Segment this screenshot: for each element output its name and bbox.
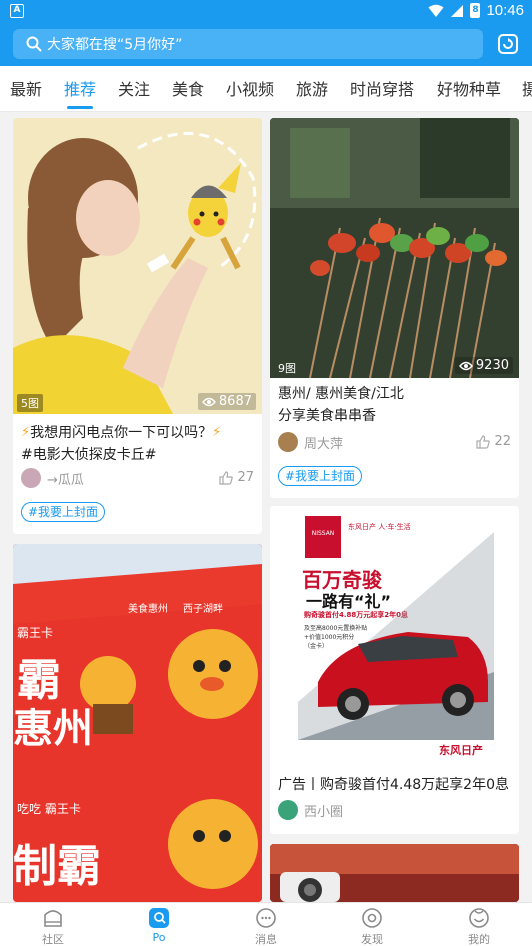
battery-icon: 8 [470,3,481,18]
feed-card[interactable]: 美食惠州 西子湖畔 霸王卡 霸 惠州 吃吃 霸王卡 制霸 [13,544,262,902]
header: A 8 10:46 大家都在搜“5月你好” [0,0,532,66]
nav-me[interactable]: 我的 [449,907,509,946]
view-count: 8687 [197,393,256,410]
like-button[interactable]: 22 [476,434,511,449]
suv-photo [298,532,494,740]
scan-icon[interactable] [496,32,520,56]
avatar [278,432,298,452]
ad-footer-brand: 东风日产 [439,744,483,757]
feed-card[interactable]: 5图 8687 ⚡ 我想用闪电点你一下可以吗？ ⚡ #电影大侦探皮卡丘# →瓜瓜… [13,118,262,534]
nav-messages[interactable]: 消息 [236,907,296,946]
topic-tag[interactable]: #我要上封面 [278,466,363,486]
po-icon [149,908,169,928]
view-count-value: 8687 [218,394,252,409]
message-icon [256,908,276,928]
post-title: ⚡ 我想用闪电点你一下可以吗？ ⚡ #电影大侦探皮卡丘# [21,422,257,466]
profile-icon [469,908,489,928]
pikachu-photo [13,118,262,414]
card-image-text: 制霸 [13,841,101,892]
lightning-icon: ⚡ [212,425,222,440]
ad-card[interactable]: NISSAN 东风日产 人·车·生活 百万奇骏 一路有“礼” 购奇骏首付4.88… [270,506,519,834]
post-title: 惠州/ 惠州美食/江北 分享美食串串香⁠ [278,383,514,427]
nav-discover[interactable]: 发现 [342,907,402,946]
thumbs-up-icon [476,434,491,449]
post-image: 美食惠州 西子湖畔 霸王卡 霸 惠州 吃吃 霸王卡 制霸 [13,544,262,902]
search-input[interactable]: 大家都在搜“5月你好” [13,29,483,59]
community-icon [44,910,62,927]
post-image [270,844,519,902]
card-image-text: 吃吃 霸王卡 [17,802,81,816]
author-name: →瓜瓜 [47,472,84,488]
lightning-icon: ⚡ [21,425,31,440]
skewers-photo [270,118,519,378]
tab-travel[interactable]: 旅游 [296,76,328,100]
author-name: 西小圈 [304,804,344,820]
like-button[interactable]: 27 [219,470,254,485]
ad-brand-top: 东风日产 人·车·生活 [348,523,411,531]
tab-food[interactable]: 美食 [172,76,204,100]
tab-photo[interactable]: 摄 [522,76,532,100]
tab-goods[interactable]: 好物种草 [437,76,501,100]
post-image: 5图 8687 [13,118,262,414]
tab-short-video[interactable]: 小视频 [226,76,274,100]
post-image: 9图 9230 [270,118,519,378]
tab-latest[interactable]: 最新 [10,76,42,100]
like-count: 22 [494,434,511,449]
eye-icon [201,397,216,406]
ad-image: NISSAN 东风日产 人·车·生活 百万奇骏 一路有“礼” 购奇骏首付4.88… [270,506,519,768]
thumbs-up-icon [219,470,234,485]
nav-label: 我的 [468,933,490,946]
tab-following[interactable]: 关注 [118,76,150,100]
nav-community[interactable]: 社区 [23,907,83,946]
post-title-line2: 分享美食串串香⁠ [278,408,376,424]
topic-tag[interactable]: #我要上封面 [21,502,106,522]
like-count: 27 [237,470,254,485]
avatar [278,800,298,820]
post-author[interactable]: 周大萍 [278,432,343,452]
feed-card[interactable] [270,844,519,902]
image-count-badge: 5图 [17,394,43,412]
post-title-line2: #电影大侦探皮卡丘# [21,447,157,463]
card-image-text: 美食惠州 [128,604,168,615]
post-author[interactable]: 西小圈 [278,800,343,820]
category-tabs: 最新 推荐 关注 美食 小视频 旅游 时尚穿搭 好物种草 摄 [0,66,532,112]
image-count-badge: 9图 [278,362,296,375]
nav-label: 社区 [42,933,64,946]
discover-icon [362,908,382,928]
feed-card[interactable]: 9图 9230 惠州/ 惠州美食/江北 分享美食串串香⁠ 周大萍 22 #我要上… [270,118,519,498]
status-time: 10:46 [486,2,524,19]
view-count-value: 9230 [475,358,509,373]
eye-icon [458,361,473,370]
post-title-line1: 我想用闪电点你一下可以吗？ [30,425,213,441]
status-bar: A 8 10:46 [0,0,532,24]
nav-po[interactable]: Po [129,907,189,944]
tab-fashion[interactable]: 时尚穿搭 [350,76,414,100]
search-placeholder: 大家都在搜“5月你好” [47,37,183,53]
avatar [21,468,41,488]
card-image-text: 霸王卡 [17,626,54,640]
view-count: 9230 [454,357,513,374]
wifi-icon [428,4,444,17]
post-title-line1: 惠州/ 惠州美食/江北 [278,386,404,402]
author-name: 周大萍 [304,436,344,452]
card-image-text: 西子湖畔 [183,604,223,615]
bottom-nav: 社区 Po 消息 发现 我的 [0,902,532,946]
nav-label: 发现 [361,933,383,946]
nav-label: Po [152,931,166,944]
card-image-text: 惠州 [13,706,93,752]
app-screen: A 8 10:46 大家都在搜“5月你好” 最新 推荐 关注 美食 小视频 旅游… [0,0,532,946]
search-icon [26,36,42,52]
signal-icon [451,4,464,17]
active-tab-indicator [67,106,93,109]
camera-photo [270,844,519,902]
status-icons: 8 10:46 [428,2,524,19]
app-notification-icon: A [10,4,24,18]
ad-title: 广告丨购奇骏首付4.48万起享2年0息 [278,777,509,793]
nav-label: 消息 [255,933,277,946]
tab-recommended[interactable]: 推荐 [64,76,96,100]
post-author[interactable]: →瓜瓜 [21,468,84,488]
